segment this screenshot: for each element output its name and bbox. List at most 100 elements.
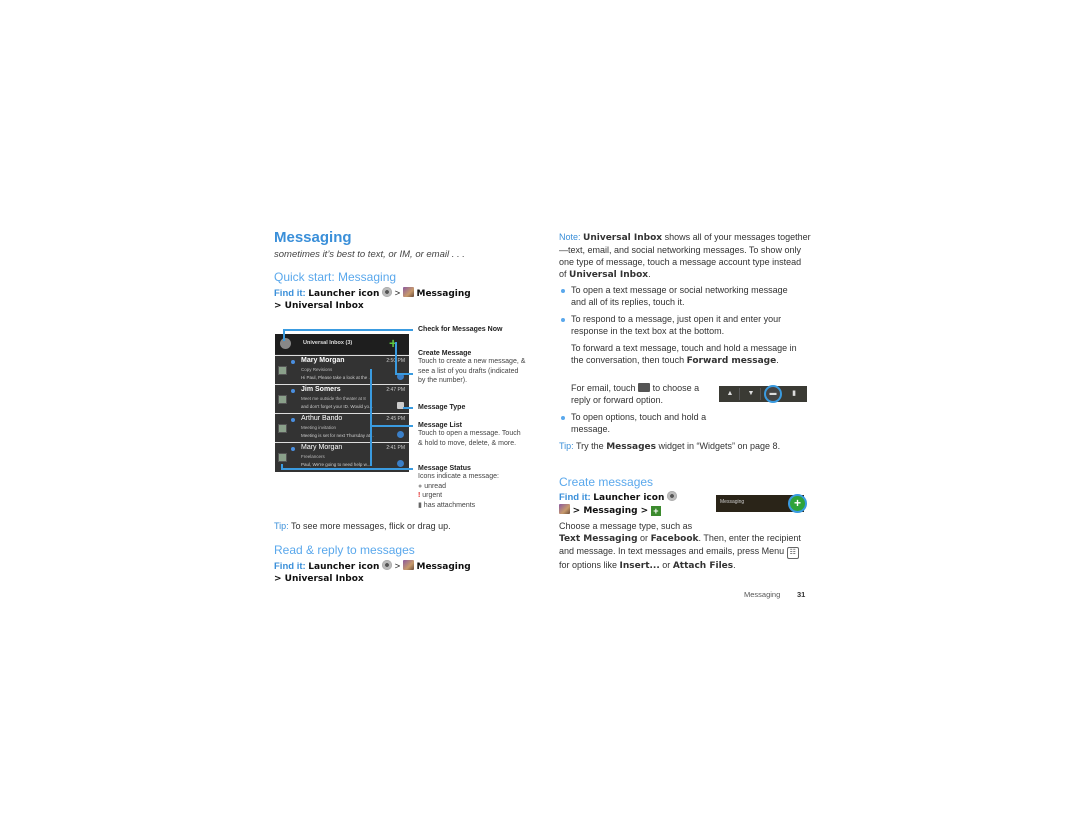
create-message-plus-icon[interactable]: + — [788, 494, 807, 513]
email-toolbar: ▲ ▼ ▬ ▮ — [719, 385, 807, 403]
trash-icon[interactable]: ▮ — [785, 388, 803, 400]
refresh-icon[interactable] — [280, 338, 291, 349]
callout-message-type: Message Type — [418, 404, 466, 411]
forward-end: . — [776, 355, 779, 365]
page-title: Messaging — [274, 229, 352, 246]
create-text: or — [662, 560, 671, 570]
messaging-label: Messaging — [416, 562, 471, 572]
reply-icon — [638, 383, 651, 392]
status-label: unread — [424, 482, 446, 490]
message-subject: Meet me outside the theater at 8 — [301, 396, 366, 401]
messaging-app-icon — [559, 504, 570, 514]
sender-name: Jim Somers — [301, 386, 341, 393]
email-reply-instructions: For email, touch to choose a reply or fo… — [571, 382, 711, 406]
read-reply-heading: Read & reply to messages — [274, 543, 415, 557]
create-bold: Attach Files — [672, 561, 734, 571]
create-instructions: Choose a message type, such as Text Mess… — [559, 520, 809, 572]
up-arrow-icon[interactable]: ▲ — [721, 388, 740, 400]
unread-dot-icon — [291, 447, 295, 451]
message-type-icon — [278, 366, 287, 375]
create-bold: Facebook — [650, 534, 699, 544]
separator: > — [394, 288, 401, 299]
unread-dot-icon — [291, 418, 295, 422]
messaging-label: Messaging — [416, 289, 471, 299]
find-it-label: Find it: — [559, 492, 591, 503]
read-reply-find-it: Find it: Launcher icon > Messaging > Uni… — [274, 560, 534, 585]
create-text: . — [733, 560, 736, 570]
tip-text: widget in “Widgets” on page 8. — [658, 441, 781, 451]
inbox-header: Universal Inbox (3) + — [275, 334, 409, 354]
tip-label: Tip: — [274, 521, 289, 531]
callout-text: Touch to create a new message, & see a l… — [418, 358, 526, 384]
sender-name: Mary Morgan — [301, 444, 343, 451]
forward-instructions: To forward a text message, touch and hol… — [571, 342, 806, 367]
bullet-options: To open options, touch and hold a messag… — [571, 412, 707, 434]
callout-heading: Message List — [418, 422, 462, 429]
quick-start-find-it: Find it: Launcher icon > Messaging > Uni… — [274, 287, 534, 312]
callout-check-now: Check for Messages Now — [418, 326, 503, 333]
footer-section: Messaging — [744, 590, 781, 599]
callout-line — [370, 425, 413, 427]
messaging-app-icon — [402, 287, 414, 297]
messaging-label: > Messaging > — [572, 506, 649, 516]
callout-message-status: Message Status Icons indicate a message:… — [418, 465, 526, 510]
message-preview: and don't forget your ID. Would yo... — [301, 404, 373, 409]
status-attachments: ▮ has attachments — [418, 501, 526, 511]
status-urgent: ! urgent — [418, 491, 526, 501]
tip-text: Try the — [576, 441, 604, 451]
plus-icon: + — [650, 506, 661, 516]
message-preview: Hi Paul, Please take a look at the ... — [301, 375, 373, 380]
bullet-icon — [561, 318, 565, 322]
launcher-icon — [382, 560, 392, 570]
create-bold: Text Messaging — [559, 534, 638, 544]
status-icon — [397, 460, 404, 467]
launcher-icon — [667, 491, 677, 501]
status-unread: ● unread — [418, 482, 526, 492]
message-type-icon — [278, 424, 287, 433]
universal-inbox-screenshot: Universal Inbox (3) + Mary Morgan 2:50 P… — [275, 334, 409, 472]
quick-start-tip: Tip: To see more messages, flick or drag… — [274, 520, 451, 532]
menu-key-icon: ☷ — [786, 547, 799, 559]
launcher-label: Launcher icon — [308, 289, 380, 299]
create-text: for options like — [559, 560, 618, 570]
create-text: Choose a message type, such as — [559, 521, 693, 531]
callout-line — [395, 373, 413, 375]
message-type-icon — [278, 395, 287, 404]
callout-line — [283, 329, 413, 331]
reply-icon[interactable]: ▬ — [764, 385, 782, 403]
tip-label: Tip: — [559, 441, 574, 451]
email-text: For email, touch — [571, 383, 636, 393]
bullet-icon — [561, 289, 565, 293]
down-arrow-icon[interactable]: ▼ — [742, 388, 761, 400]
create-bold: Insert... — [619, 561, 660, 571]
note-bold: Universal Inbox — [583, 233, 663, 243]
status-icon — [397, 431, 404, 438]
callout-text: Icons indicate a message: — [418, 473, 499, 480]
bullet-respond: To respond to a message, just open it an… — [571, 314, 782, 336]
unread-dot-icon — [291, 389, 295, 393]
message-time: 2:41 PM — [386, 445, 405, 451]
universal-inbox-note: Note: Universal Inbox shows all of your … — [559, 231, 811, 281]
callout-heading: Message Status — [418, 465, 471, 472]
bullet-open-message: To open a text message or social network… — [571, 285, 788, 307]
callout-line — [281, 468, 413, 470]
callout-heading: Create Message — [418, 350, 472, 357]
message-subject: Meeting invitation — [301, 425, 337, 430]
callout-message-list: Message List Touch to open a message. To… — [418, 422, 526, 448]
messaging-bar-label: Messaging — [720, 499, 745, 505]
universal-inbox-label: > Universal Inbox — [274, 574, 364, 584]
message-row[interactable]: Mary Morgan 2:50 PM Copy Revisions Hi Pa… — [275, 355, 409, 384]
tip-text: To see more messages, flick or drag up. — [291, 521, 451, 531]
sender-name: Mary Morgan — [301, 357, 345, 364]
message-row[interactable]: Arthur Bando 2:45 PM Meeting invitation … — [275, 413, 409, 442]
inbox-title: Universal Inbox (3) — [303, 340, 353, 346]
launcher-label: Launcher icon — [593, 493, 665, 503]
create-messages-heading: Create messages — [559, 475, 654, 489]
launcher-label: Launcher icon — [308, 562, 380, 572]
message-preview: Meeting is set for next Thursday at... — [301, 433, 374, 438]
message-preview: Paul, We're going to need help w... — [301, 462, 371, 467]
create-find-it: Find it: Launcher icon > Messaging > + — [559, 491, 709, 517]
message-row[interactable]: Jim Somers 2:47 PM Meet me outside the t… — [275, 384, 409, 413]
message-time: 2:47 PM — [386, 387, 405, 393]
create-text: or — [640, 533, 649, 543]
